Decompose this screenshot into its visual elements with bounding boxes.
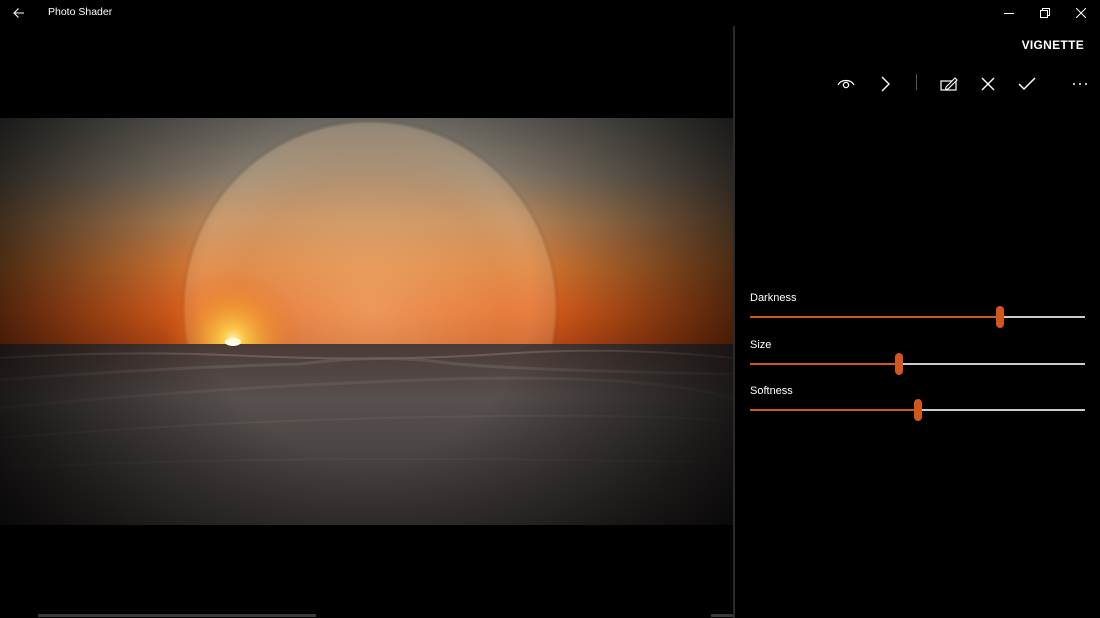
softness-slider-thumb[interactable] xyxy=(913,399,922,421)
panel-title: VIGNETTE xyxy=(1021,38,1084,52)
size-label: Size xyxy=(750,339,772,351)
darkness-label: Darkness xyxy=(750,292,797,304)
edit-icon[interactable] xyxy=(936,71,962,97)
scrollbar-thumb[interactable] xyxy=(711,614,733,617)
image-canvas[interactable] xyxy=(0,26,733,618)
size-slider[interactable] xyxy=(750,353,1085,375)
size-slider-fill xyxy=(750,363,900,365)
app-title: Photo Shader xyxy=(48,6,113,18)
restore-icon[interactable] xyxy=(1026,0,1063,26)
photo-preview xyxy=(0,118,733,525)
more-icon[interactable] xyxy=(1067,71,1093,97)
close-icon[interactable] xyxy=(1062,0,1099,26)
horizontal-scrollbar[interactable] xyxy=(38,614,316,617)
chevron-right-icon[interactable] xyxy=(872,71,898,97)
eye-icon[interactable] xyxy=(833,71,859,97)
softness-slider-fill xyxy=(750,409,918,411)
darkness-slider-fill xyxy=(750,316,1000,318)
adjustment-panel: VIGNETTE Darkness Size Softness xyxy=(735,26,1100,618)
size-slider-thumb[interactable] xyxy=(895,353,904,375)
minimize-icon[interactable] xyxy=(990,0,1027,26)
toolbar-separator xyxy=(916,74,917,90)
back-arrow-icon[interactable] xyxy=(6,2,32,24)
darkness-slider[interactable] xyxy=(750,306,1085,328)
title-bar: Photo Shader xyxy=(0,0,1100,26)
cancel-x-icon[interactable] xyxy=(975,71,1001,97)
check-icon[interactable] xyxy=(1014,71,1040,97)
softness-slider[interactable] xyxy=(750,399,1085,421)
darkness-slider-thumb[interactable] xyxy=(995,306,1004,328)
softness-label: Softness xyxy=(750,385,793,397)
